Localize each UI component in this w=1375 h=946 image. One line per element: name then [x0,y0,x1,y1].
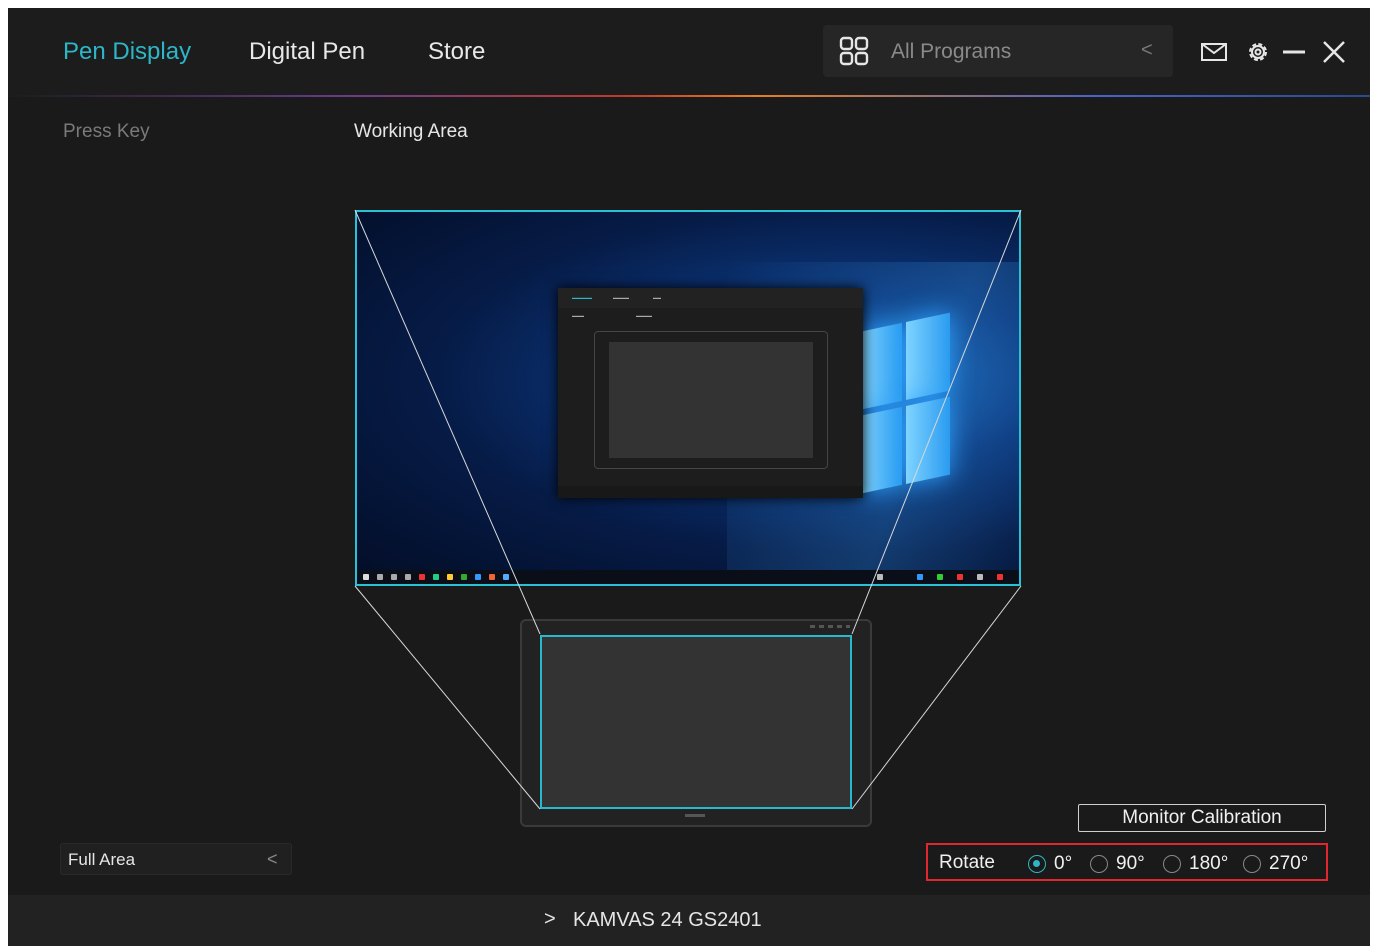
chevron-left-icon: < [267,849,278,869]
gear-icon[interactable] [1244,38,1272,66]
tab-digital-pen[interactable]: Digital Pen [249,38,365,66]
mapping-lines [354,209,1022,810]
programs-dropdown[interactable]: All Programs < [823,25,1173,77]
area-select-value: Full Area [68,850,136,869]
rotate-group: Rotate 0° 90° 180° 270° [926,843,1328,881]
tab-store[interactable]: Store [428,38,485,66]
monitor-calibration-button[interactable]: Monitor Calibration [1078,804,1326,832]
minimize-icon[interactable] [1280,38,1308,66]
device-name: KAMVAS 24 GS2401 [573,909,762,931]
working-area-preview: ▬▬▬▬▬ ▬▬▬▬ ▬▬ ▬▬▬ ▬▬▬▬ [348,203,1028,833]
header-divider [8,95,1370,97]
device-footer[interactable]: > KAMVAS 24 GS2401 [8,895,1370,946]
close-icon[interactable] [1320,38,1348,66]
radio-selected-icon [1028,855,1046,873]
press-key-tab[interactable]: Press Key [63,121,150,143]
mail-icon[interactable] [1200,38,1228,66]
radio-icon [1090,855,1108,873]
programs-label: All Programs [891,40,1012,63]
area-select-dropdown[interactable]: Full Area < [60,843,292,875]
rotate-label: Rotate [939,852,995,873]
chevron-right-icon: > [544,908,556,930]
app-window: Pen Display Digital Pen Store All Progra… [8,8,1370,946]
working-area-tab[interactable]: Working Area [354,121,468,143]
grid-icon [839,36,869,66]
top-bar: Pen Display Digital Pen Store All Progra… [8,8,1370,96]
chevron-left-icon: < [1141,39,1153,61]
tab-pen-display[interactable]: Pen Display [63,38,191,66]
radio-icon [1243,855,1261,873]
radio-icon [1163,855,1181,873]
